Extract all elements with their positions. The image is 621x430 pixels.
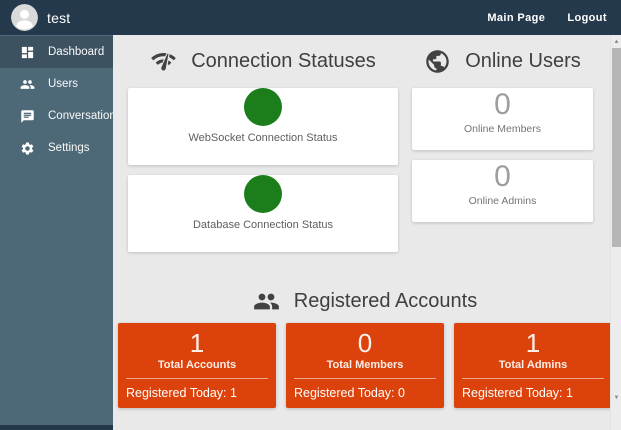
sidebar-item-label: Users [48, 78, 79, 90]
total-accounts-label: Total Accounts [157, 359, 237, 371]
sidebar: Dashboard Users Conversations Settings [0, 35, 122, 425]
online-users-section: Online Users 0 Online Members 0 Online A… [412, 43, 593, 222]
logout-link[interactable]: Logout [567, 12, 607, 24]
network-check-icon [151, 52, 177, 70]
dashboard-icon [21, 46, 34, 58]
card-divider [462, 378, 604, 379]
sidebar-item-users[interactable]: Users [0, 68, 113, 100]
total-members-label: Total Members [326, 359, 404, 371]
total-admins-count: 1 [525, 328, 541, 358]
online-members-label: Online Members [463, 123, 542, 135]
section-title: Online Users [465, 49, 581, 72]
total-accounts-count: 1 [189, 328, 205, 358]
registered-accounts-row: 1 Total Accounts Registered Today: 1 0 T… [118, 323, 612, 408]
sidebar-item-label: Settings [48, 142, 90, 154]
top-navbar: test Main Page Logout [0, 0, 621, 35]
section-title: Registered Accounts [293, 289, 478, 312]
database-status-card: Database Connection Status [128, 175, 398, 252]
sidebar-item-settings[interactable]: Settings [0, 132, 113, 164]
database-status-indicator [244, 175, 282, 213]
total-admins-card: 1 Total Admins Registered Today: 1 [454, 323, 612, 408]
registered-accounts-section: Registered Accounts 1 Total Accounts Reg… [118, 283, 612, 408]
person-avatar-icon[interactable] [11, 4, 38, 31]
online-members-card: 0 Online Members [412, 88, 593, 150]
online-admins-label: Online Admins [468, 195, 537, 207]
chat-icon [21, 109, 34, 123]
registered-accounts-header: Registered Accounts [118, 283, 612, 319]
sidebar-item-label: Conversations [48, 110, 122, 122]
registered-today-text: Registered Today: 1 [126, 386, 237, 400]
registered-today-text: Registered Today: 1 [462, 386, 573, 400]
total-admins-label: Total Admins [498, 359, 568, 371]
online-admins-card: 0 Online Admins [412, 160, 593, 222]
sidebar-item-conversations[interactable]: Conversations [0, 100, 122, 132]
navbar-username: test [47, 9, 71, 26]
sidebar-item-label: Dashboard [48, 46, 105, 58]
card-divider [294, 378, 436, 379]
sidebar-item-dashboard[interactable]: Dashboard [0, 36, 113, 68]
total-accounts-card: 1 Total Accounts Registered Today: 1 [118, 323, 276, 408]
users-icon [20, 79, 35, 89]
total-members-count: 0 [357, 328, 373, 358]
websocket-status-card: WebSocket Connection Status [128, 88, 398, 165]
websocket-status-indicator [244, 88, 282, 126]
main-content: Connection Statuses WebSocket Connection… [113, 35, 621, 430]
globe-icon [426, 49, 449, 73]
scrollbar-thumb[interactable] [612, 48, 621, 247]
scroll-up-arrow-icon[interactable]: ▲ [611, 37, 621, 47]
connection-statuses-section: Connection Statuses WebSocket Connection… [128, 43, 398, 252]
gear-icon [21, 142, 34, 154]
connection-statuses-header: Connection Statuses [128, 43, 398, 79]
scroll-down-arrow-icon[interactable]: ▼ [611, 393, 621, 403]
sidebar-column: Dashboard Users Conversations Settings [0, 35, 122, 430]
section-title: Connection Statuses [191, 49, 376, 72]
websocket-status-label: WebSocket Connection Status [188, 132, 338, 144]
online-members-count: 0 [494, 88, 511, 121]
total-members-card: 0 Total Members Registered Today: 0 [286, 323, 444, 408]
people-icon [253, 293, 279, 309]
vertical-scrollbar[interactable]: ▲ ▼ [610, 35, 621, 430]
online-admins-count: 0 [494, 160, 511, 193]
main-page-link[interactable]: Main Page [487, 12, 545, 24]
online-users-header: Online Users [412, 43, 593, 79]
registered-today-text: Registered Today: 0 [294, 386, 405, 400]
database-status-label: Database Connection Status [192, 219, 334, 231]
card-divider [126, 378, 268, 379]
